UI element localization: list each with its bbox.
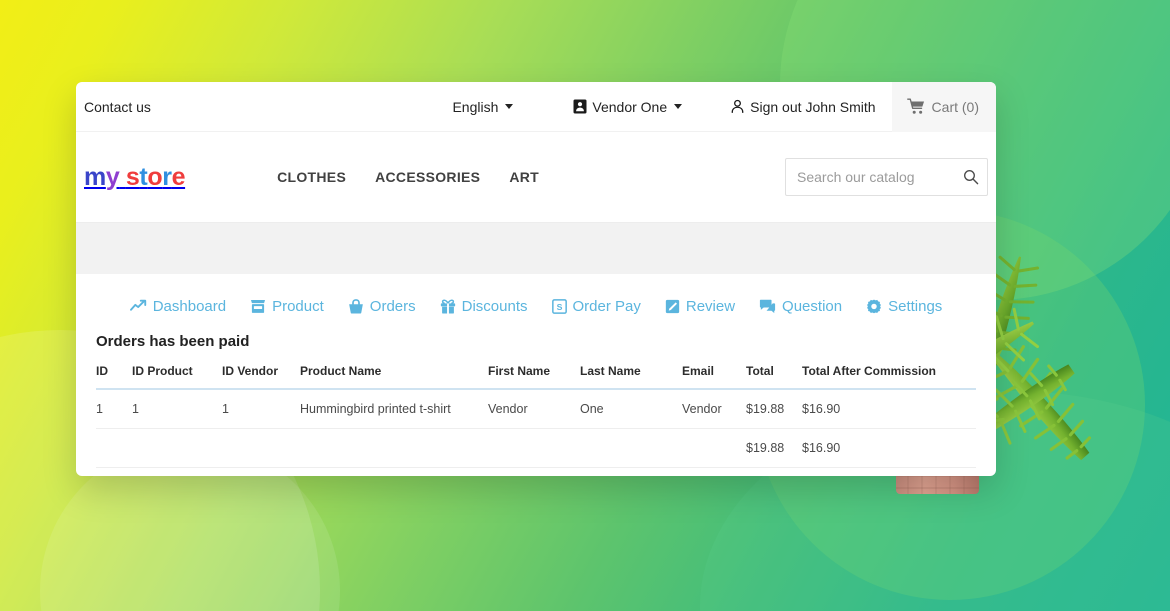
- main-header: my store CLOTHES ACCESSORIES ART: [76, 132, 996, 222]
- basket-icon: [348, 299, 363, 314]
- store-window: Contact us English Vendor One Sign out J…: [76, 82, 996, 476]
- cell-id-vendor: 1: [222, 389, 300, 429]
- dashboard-menu-label: Question: [782, 298, 843, 315]
- column-header-last-name: Last Name: [580, 364, 682, 390]
- column-header-total: Total: [746, 364, 802, 390]
- breadcrumb-strip: [76, 222, 996, 274]
- column-header-id: ID: [96, 364, 132, 390]
- cell-product-name: Hummingbird printed t-shirt: [300, 389, 488, 429]
- shopping-cart-icon: [906, 98, 924, 114]
- dashboard-menu-item-settings[interactable]: Settings: [866, 298, 942, 315]
- column-header-total-after-commission: Total After Commission: [802, 364, 976, 390]
- totals-cell-last-name: [580, 428, 682, 468]
- svg-text:S: S: [556, 302, 562, 312]
- dashboard-menu-label: Order Pay: [572, 298, 641, 315]
- dashboard-menu-item-orders[interactable]: Orders: [348, 298, 416, 315]
- totals-cell-first-name: [488, 428, 580, 468]
- column-header-id-vendor: ID Vendor: [222, 364, 300, 390]
- cell-id-product: 1: [132, 389, 222, 429]
- user-icon: [731, 99, 744, 113]
- dashboard-menu-label: Review: [685, 298, 736, 315]
- logo-letter-s: s: [125, 162, 140, 191]
- totals-cell-total-after-commission: $16.90: [802, 428, 976, 468]
- logo-letter-o: o: [147, 162, 163, 191]
- utility-header-bar: Contact us English Vendor One Sign out J…: [76, 82, 996, 132]
- dashboard-menu-item-product[interactable]: Product: [250, 298, 324, 315]
- dashboard-menu-item-dashboard[interactable]: Dashboard: [129, 298, 227, 315]
- table-body: 1 1 1 Hummingbird printed t-shirt Vendor…: [96, 389, 976, 468]
- logo-letter-m: m: [84, 162, 106, 191]
- sign-out-label: Sign out: [750, 98, 802, 115]
- cell-email: Vendor: [682, 389, 746, 429]
- totals-cell-id-vendor: [222, 428, 300, 468]
- logo-letter-r: r: [162, 162, 172, 191]
- totals-cell-total: $19.88: [746, 428, 802, 468]
- money-square-icon: S: [551, 299, 567, 314]
- comments-icon: [759, 299, 776, 314]
- sign-out-link[interactable]: Sign out: [730, 98, 802, 115]
- vendor-dashboard-panel: Dashboard Product Orders Discounts S Ord…: [76, 274, 996, 468]
- totals-cell-id: [96, 428, 132, 468]
- gift-icon: [440, 299, 455, 314]
- main-navigation: CLOTHES ACCESSORIES ART: [277, 169, 539, 185]
- column-header-email: Email: [682, 364, 746, 390]
- dashboard-menu-label: Orders: [369, 298, 416, 315]
- totals-cell-id-product: [132, 428, 222, 468]
- cell-id: 1: [96, 389, 132, 429]
- column-header-product-name: Product Name: [300, 364, 488, 390]
- vendor-label: Vendor One: [592, 98, 668, 115]
- dashboard-menu-label: Product: [272, 298, 324, 315]
- language-selector[interactable]: English: [452, 98, 514, 115]
- logo-letter-e: e: [171, 162, 186, 191]
- chevron-down-icon: [505, 104, 514, 109]
- table-header-row: ID ID Product ID Vendor Product Name Fir…: [96, 364, 976, 390]
- search-input[interactable]: [785, 158, 988, 196]
- nav-item-art[interactable]: ART: [509, 169, 539, 185]
- paid-orders-table: ID ID Product ID Vendor Product Name Fir…: [96, 364, 976, 468]
- user-name: John Smith: [805, 98, 876, 115]
- cell-total: $19.88: [746, 389, 802, 429]
- store-icon: [251, 299, 266, 313]
- dashboard-menu-item-question[interactable]: Question: [759, 298, 842, 315]
- dashboard-menu-label: Settings: [888, 298, 943, 315]
- cell-total-after-commission: $16.90: [802, 389, 976, 429]
- dashboard-menu-label: Dashboard: [152, 298, 227, 315]
- dashboard-menu-item-review[interactable]: Review: [665, 298, 735, 315]
- chevron-down-icon: [674, 104, 683, 109]
- table-header: ID ID Product ID Vendor Product Name Fir…: [96, 364, 976, 390]
- cell-last-name: One: [580, 389, 682, 429]
- id-card-icon: [573, 99, 587, 114]
- search-box: [785, 158, 988, 196]
- gear-icon: [867, 299, 882, 313]
- page-title: Orders has been paid: [96, 333, 250, 350]
- totals-cell-email: [682, 428, 746, 468]
- contact-us-link[interactable]: Contact us: [84, 99, 151, 115]
- totals-cell-product-name: [300, 428, 488, 468]
- edit-square-icon: [665, 299, 680, 314]
- vendor-selector[interactable]: Vendor One: [573, 98, 683, 115]
- cart-label: Cart (0): [931, 98, 979, 115]
- dashboard-menu-item-discounts[interactable]: Discounts: [440, 298, 528, 315]
- chart-line-icon: [129, 299, 146, 311]
- column-header-id-product: ID Product: [132, 364, 222, 390]
- cell-first-name: Vendor: [488, 389, 580, 429]
- nav-item-clothes[interactable]: CLOTHES: [277, 169, 346, 185]
- dashboard-menu-item-order-pay[interactable]: S Order Pay: [551, 298, 641, 315]
- cart-button[interactable]: Cart (0): [891, 82, 996, 132]
- vendor-dashboard-menu: Dashboard Product Orders Discounts S Ord…: [96, 298, 976, 333]
- table-row[interactable]: 1 1 1 Hummingbird printed t-shirt Vendor…: [96, 389, 976, 429]
- language-label: English: [452, 98, 499, 115]
- table-totals-row: $19.88 $16.90: [96, 428, 976, 468]
- store-logo[interactable]: my store: [84, 162, 186, 191]
- nav-item-accessories[interactable]: ACCESSORIES: [375, 169, 480, 185]
- column-header-first-name: First Name: [488, 364, 580, 390]
- dashboard-menu-label: Discounts: [461, 298, 528, 315]
- logo-letter-y: y: [105, 162, 120, 191]
